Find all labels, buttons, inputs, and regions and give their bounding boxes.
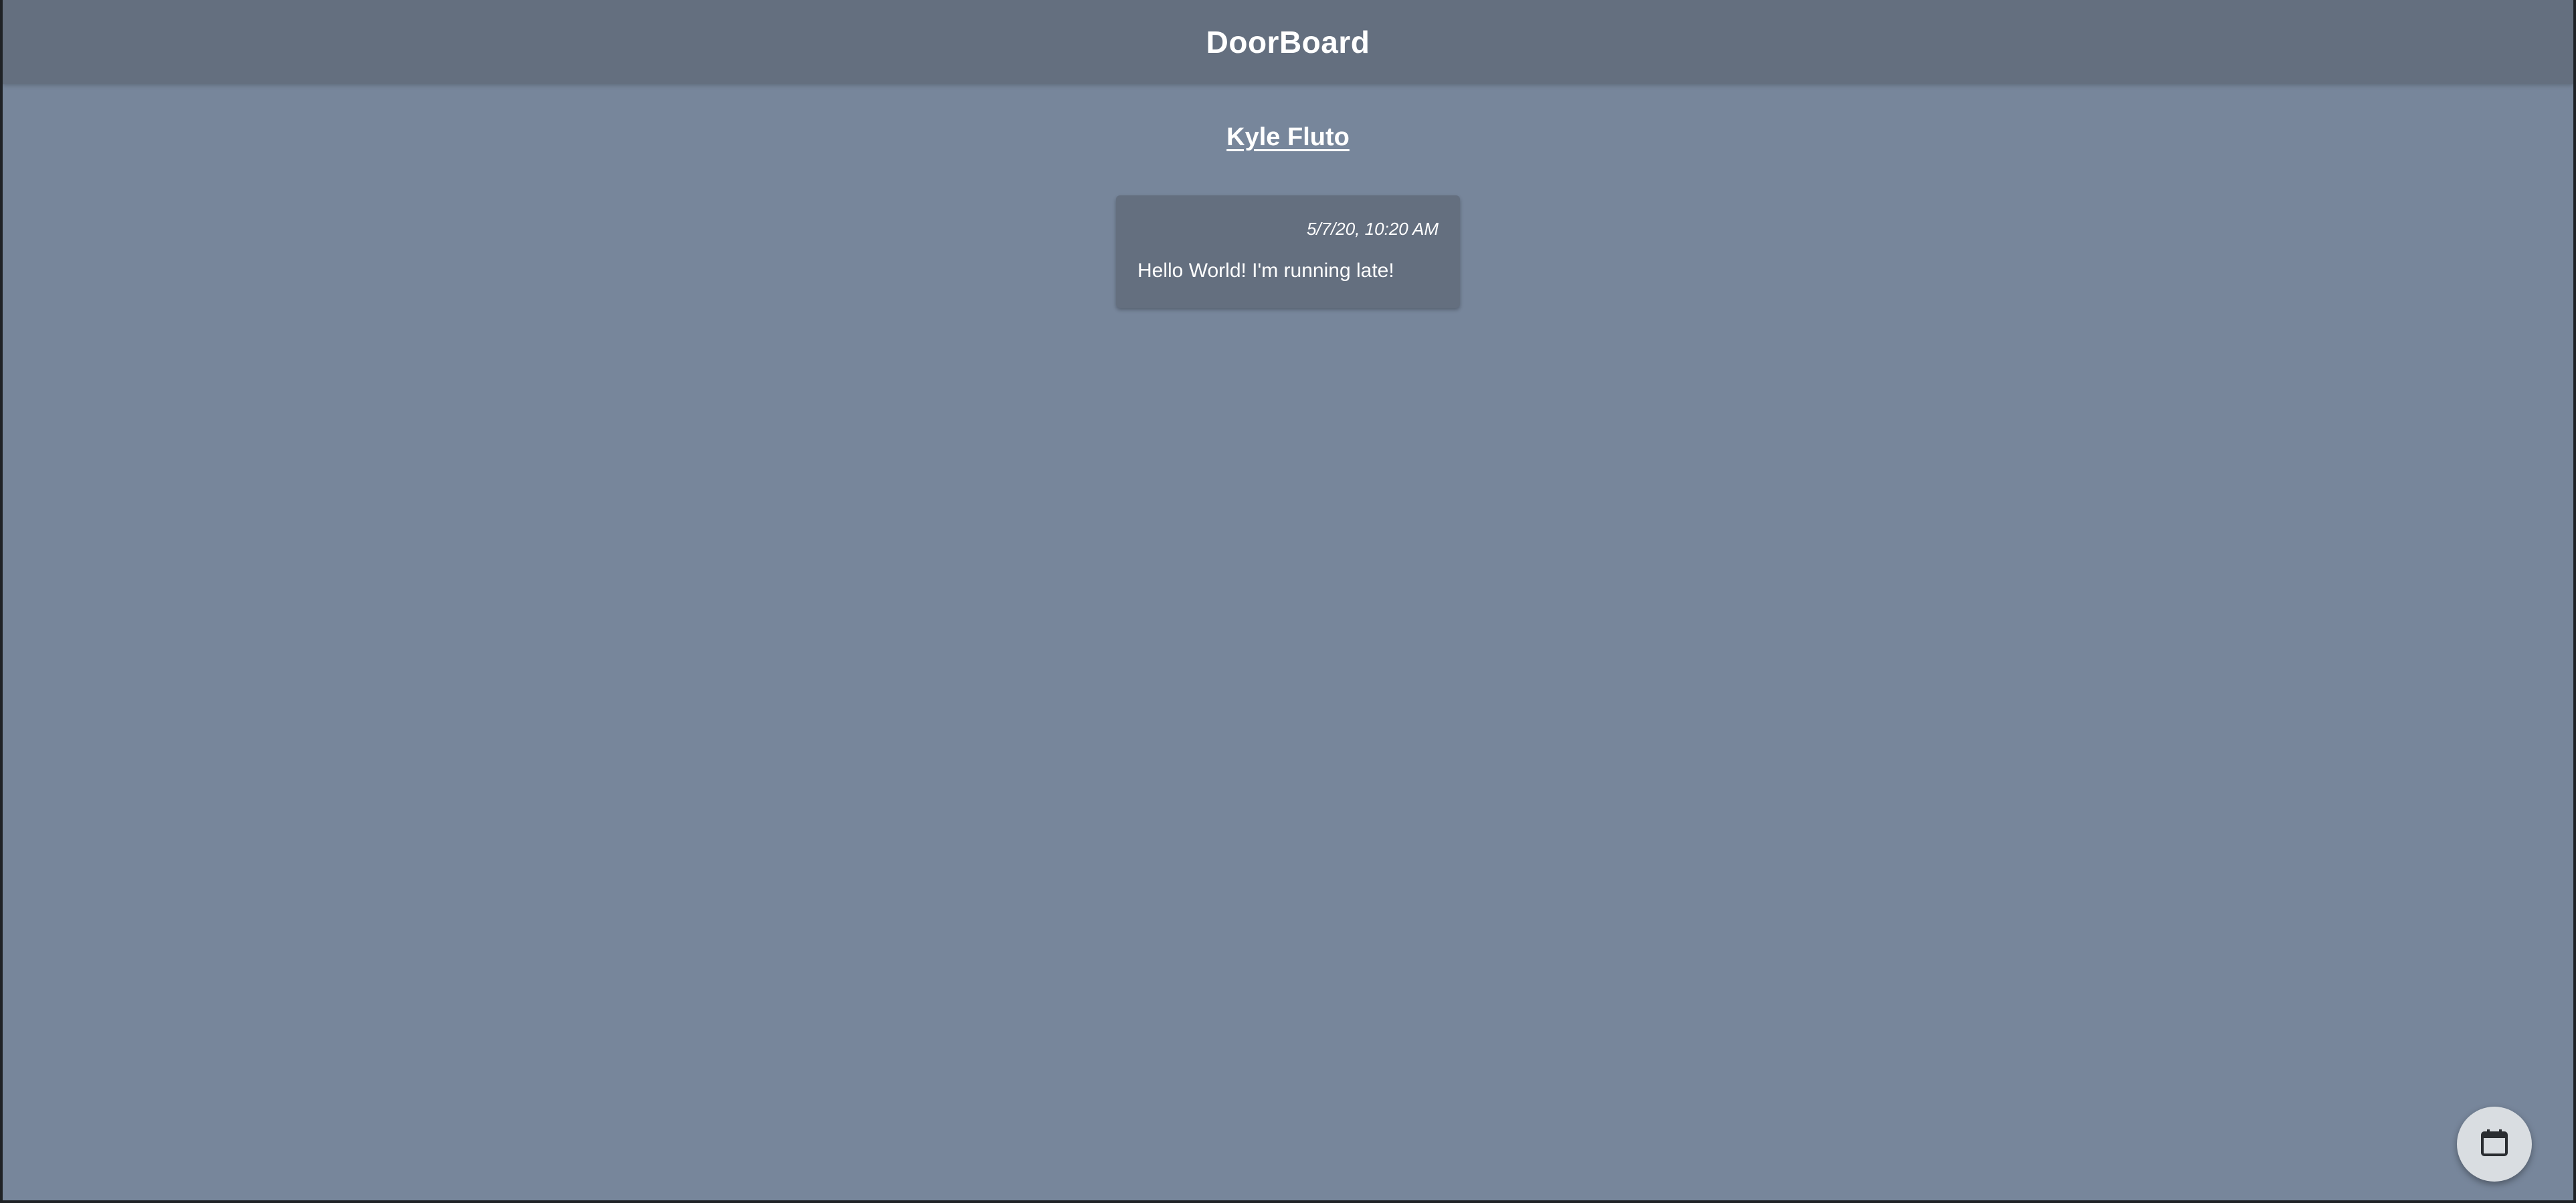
app-title: DoorBoard	[1206, 25, 1370, 60]
app-header: DoorBoard	[3, 0, 2573, 84]
calendar-button[interactable]	[2457, 1107, 2532, 1182]
message-card: 5/7/20, 10:20 AM Hello World! I'm runnin…	[1116, 195, 1460, 308]
message-timestamp: 5/7/20, 10:20 AM	[1306, 219, 1439, 239]
app-window: DoorBoard Kyle Fluto 5/7/20, 10:20 AM He…	[3, 0, 2573, 1200]
calendar-icon	[2478, 1127, 2510, 1162]
owner-name-link[interactable]: Kyle Fluto	[3, 123, 2573, 152]
message-text: Hello World! I'm running late!	[1137, 260, 1394, 282]
